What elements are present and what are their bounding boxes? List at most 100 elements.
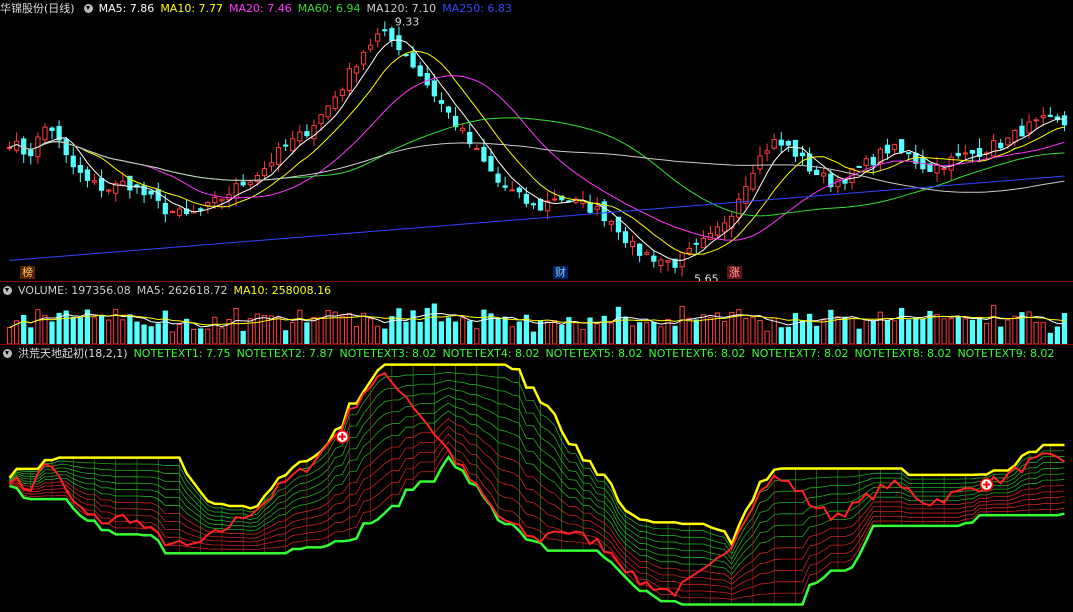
candle-body: [998, 142, 1004, 149]
candle-body: [552, 198, 558, 201]
volume-bar: [502, 316, 508, 344]
volume-bar: [743, 317, 749, 344]
buy-signal-icon: [335, 429, 350, 444]
volume-bar: [240, 330, 246, 344]
candle-body: [28, 149, 34, 157]
volume-bar: [891, 320, 898, 344]
main-header: 华锦股份(日线) MA5: 7.86 MA10: 7.77 MA20: 7.46 MA…: [0, 0, 1073, 16]
volume-bar: [84, 309, 91, 344]
volume-bar: [70, 316, 76, 344]
ma-labels: MA5: 7.86 MA10: 7.77 MA20: 7.46 MA60: 6.94 M…: [99, 2, 518, 15]
candle-body: [629, 240, 636, 247]
candle-body: [176, 208, 183, 216]
candle-body: [106, 189, 112, 192]
candle-body: [389, 28, 395, 41]
volume-bar: [679, 305, 685, 344]
candle-body: [799, 152, 806, 157]
candle-body: [884, 144, 891, 154]
volume-bar: [806, 313, 813, 344]
candle-body: [98, 177, 105, 191]
volume-bar: [983, 322, 990, 344]
volume-bar: [863, 318, 869, 344]
candle-body: [700, 237, 707, 249]
candle-body: [891, 144, 898, 150]
fan-line: [9, 379, 1065, 555]
volume-bar: [750, 316, 756, 344]
candle-body: [318, 114, 324, 124]
volume-bar: [155, 323, 161, 344]
marker-cai[interactable]: 财: [553, 266, 568, 279]
candle-body: [304, 131, 310, 137]
volume-bar: [360, 312, 367, 344]
note-label-1: NOTETEXT2: 7.87: [236, 346, 334, 360]
volume-bar: [198, 328, 204, 344]
volume-bar: [403, 321, 409, 344]
volume-bar: [495, 318, 501, 344]
collapse-icon[interactable]: [3, 285, 12, 295]
vol-label-1: MA5: 262618.72: [136, 283, 228, 297]
ma5-line: [9, 39, 1065, 261]
candle-body: [474, 147, 480, 150]
candle-body: [148, 190, 154, 195]
volume-bar: [1012, 315, 1018, 344]
volume-bar: [530, 331, 537, 344]
volume-bar: [658, 326, 664, 344]
candle-body: [778, 139, 784, 146]
candle-body: [240, 181, 246, 186]
candle-body: [268, 162, 275, 167]
volume-bar: [290, 321, 296, 344]
main-title: 华锦股份(日线): [0, 2, 75, 15]
candle-body: [594, 206, 600, 210]
volume-bar: [913, 317, 919, 344]
candle-body: [1026, 121, 1032, 134]
volume-bar: [1054, 326, 1061, 344]
volume-bar: [580, 328, 586, 344]
candle-body: [13, 140, 20, 151]
volume-bar: [106, 319, 112, 344]
collapse-icon[interactable]: [3, 348, 12, 358]
volume-bar: [976, 317, 983, 344]
volume-bar: [28, 327, 34, 344]
marker-bang[interactable]: 榜: [20, 266, 35, 279]
note-label-4: NOTETEXT5: 8.02: [545, 346, 643, 360]
fan-line: [9, 371, 1065, 551]
volume-bar: [212, 316, 218, 344]
candle-body: [686, 247, 692, 254]
volume-bar: [991, 304, 997, 344]
candlestick-chart[interactable]: 9.335.65: [0, 16, 1073, 282]
lower-envelope: [9, 454, 1065, 606]
volume-labels: VOLUME: 197356.08 MA5: 262618.72 MA10: 258…: [18, 284, 337, 297]
candle-body: [488, 156, 494, 172]
candle-body: [842, 179, 848, 184]
volume-bar: [884, 319, 891, 344]
candle-body: [637, 243, 643, 256]
volume-bar: [821, 319, 827, 344]
volume-bar: [35, 309, 41, 344]
candle-body: [332, 96, 338, 110]
candle-body: [1005, 137, 1011, 146]
candle-body: [70, 155, 76, 168]
indicator-chart[interactable]: [0, 361, 1073, 612]
candle-body: [290, 138, 296, 152]
marker-zhang[interactable]: 涨: [727, 266, 742, 279]
candle-body: [91, 180, 98, 183]
volume-bar: [573, 321, 579, 344]
volume-bar: [934, 314, 940, 344]
vol-label-2: MA10: 258008.16: [233, 283, 332, 297]
candle-body: [941, 167, 947, 170]
volume-bar: [552, 320, 558, 344]
collapse-icon[interactable]: [83, 3, 93, 13]
volume-chart[interactable]: [0, 298, 1073, 344]
candle-body: [856, 165, 862, 168]
candle-body: [608, 221, 614, 225]
volume-bar: [1047, 332, 1053, 344]
candle-body: [814, 169, 820, 176]
candle-body: [481, 146, 487, 162]
volume-bar: [424, 308, 430, 344]
volume-bar: [452, 321, 459, 344]
volume-bar: [920, 318, 926, 344]
volume-bar: [778, 327, 784, 344]
ma60-line: [9, 117, 1065, 217]
ma-label-0: MA5: 7.86: [98, 1, 155, 15]
candle-body: [247, 181, 253, 186]
